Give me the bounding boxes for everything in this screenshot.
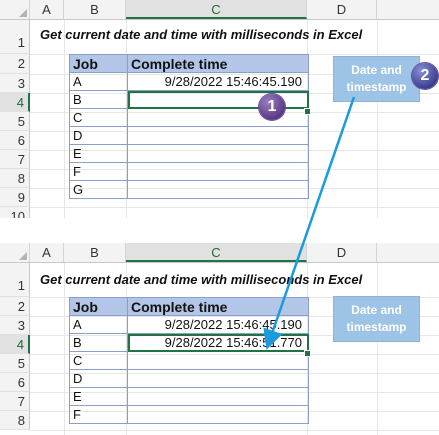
row-header-8[interactable]: 8 — [0, 169, 30, 188]
job-table: Job Complete time A 9/28/2022 15:46:45.19… — [69, 297, 309, 424]
cell-job[interactable]: C — [69, 108, 128, 127]
row-header-6[interactable]: 6 — [0, 373, 30, 392]
gridline — [377, 20, 378, 218]
column-header-c[interactable]: C — [126, 243, 307, 262]
column-header-b[interactable]: B — [64, 243, 126, 262]
cell-complete-time[interactable]: 9/28/2022 15:46:45.190 — [127, 315, 309, 334]
select-all-corner[interactable] — [0, 243, 30, 262]
cell-job[interactable]: A — [69, 72, 128, 91]
column-header-b[interactable]: B — [64, 0, 126, 19]
row-header-1[interactable]: 1 — [0, 263, 30, 297]
select-all-corner[interactable] — [0, 0, 30, 19]
gridline — [64, 263, 65, 435]
cell-complete-time[interactable] — [127, 351, 309, 370]
step-1-badge: 1 — [259, 94, 285, 120]
fill-handle[interactable] — [304, 350, 311, 357]
cell-complete-time[interactable] — [127, 162, 309, 181]
cell-complete-time[interactable] — [127, 126, 309, 145]
cell-job[interactable]: B — [69, 90, 128, 109]
header-complete-time[interactable]: Complete time — [127, 297, 309, 316]
row-header-5[interactable]: 5 — [0, 112, 30, 131]
header-complete-time[interactable]: Complete time — [127, 54, 309, 73]
row-header-7[interactable]: 7 — [0, 392, 30, 411]
column-header-d[interactable]: D — [307, 243, 377, 262]
row-header-4[interactable]: 4 — [0, 335, 30, 354]
sheet-title: Get current date and time with milliseco… — [40, 272, 363, 287]
cell-complete-time-selected[interactable]: 9/28/2022 15:46:51.770 — [127, 333, 309, 352]
row-header-5[interactable]: 5 — [0, 354, 30, 373]
fill-handle[interactable] — [304, 108, 311, 115]
cell-job[interactable]: F — [69, 162, 128, 181]
cell-complete-time[interactable] — [127, 387, 309, 406]
row-header-3[interactable]: 3 — [0, 74, 30, 93]
row-header-8[interactable]: 8 — [0, 411, 30, 430]
cell-job[interactable]: A — [69, 315, 128, 334]
column-header-bar: A B C D — [0, 243, 439, 263]
cell-complete-time[interactable] — [127, 144, 309, 163]
row-header-2[interactable]: 2 — [0, 54, 30, 74]
cell-job[interactable]: C — [69, 351, 128, 370]
row-header-2[interactable]: 2 — [0, 297, 30, 316]
column-header-bar: A B C D — [0, 0, 439, 20]
cell-job[interactable]: D — [69, 369, 128, 388]
header-job[interactable]: Job — [69, 297, 128, 316]
column-header-d[interactable]: D — [307, 0, 377, 19]
step-2-badge: 2 — [412, 63, 438, 89]
cell-job[interactable]: D — [69, 126, 128, 145]
row-header-1[interactable]: 1 — [0, 20, 30, 54]
row-header-9[interactable]: 9 — [0, 188, 30, 207]
cell-complete-time[interactable] — [127, 369, 309, 388]
date-and-timestamp-button[interactable]: Date and timestamp — [333, 296, 420, 342]
gridline — [64, 20, 65, 218]
row-header-7[interactable]: 7 — [0, 150, 30, 169]
date-and-timestamp-button[interactable]: Date and timestamp — [333, 56, 420, 102]
row-header-4[interactable]: 4 — [0, 93, 30, 112]
row-header-6[interactable]: 6 — [0, 131, 30, 150]
header-job[interactable]: Job — [69, 54, 128, 73]
spreadsheet-before: A B C D 1 2 3 4 5 6 7 8 9 10 Get current… — [0, 0, 439, 218]
column-header-a[interactable]: A — [30, 0, 64, 19]
cell-job[interactable]: E — [69, 144, 128, 163]
job-table: Job Complete time A 9/28/2022 15:46:45.19… — [69, 54, 309, 199]
select-all-triangle-icon — [19, 9, 27, 17]
spreadsheet-after: A B C D 1 2 3 4 5 6 7 8 Get current date… — [0, 243, 439, 435]
sheet-title: Get current date and time with milliseco… — [40, 27, 363, 42]
cell-complete-time[interactable]: 9/28/2022 15:46:45.190 — [127, 72, 309, 91]
cell-complete-time[interactable] — [127, 180, 309, 199]
cell-job[interactable]: E — [69, 387, 128, 406]
row-header-3[interactable]: 3 — [0, 316, 30, 335]
cell-complete-time[interactable] — [127, 405, 309, 424]
cell-job[interactable]: G — [69, 180, 128, 199]
row-header-10[interactable]: 10 — [0, 207, 30, 218]
column-header-a[interactable]: A — [30, 243, 64, 262]
select-all-triangle-icon — [19, 252, 27, 260]
cell-job[interactable]: B — [69, 333, 128, 352]
gridline — [377, 263, 378, 435]
column-header-c[interactable]: C — [126, 0, 307, 19]
cell-job[interactable]: F — [69, 405, 128, 424]
